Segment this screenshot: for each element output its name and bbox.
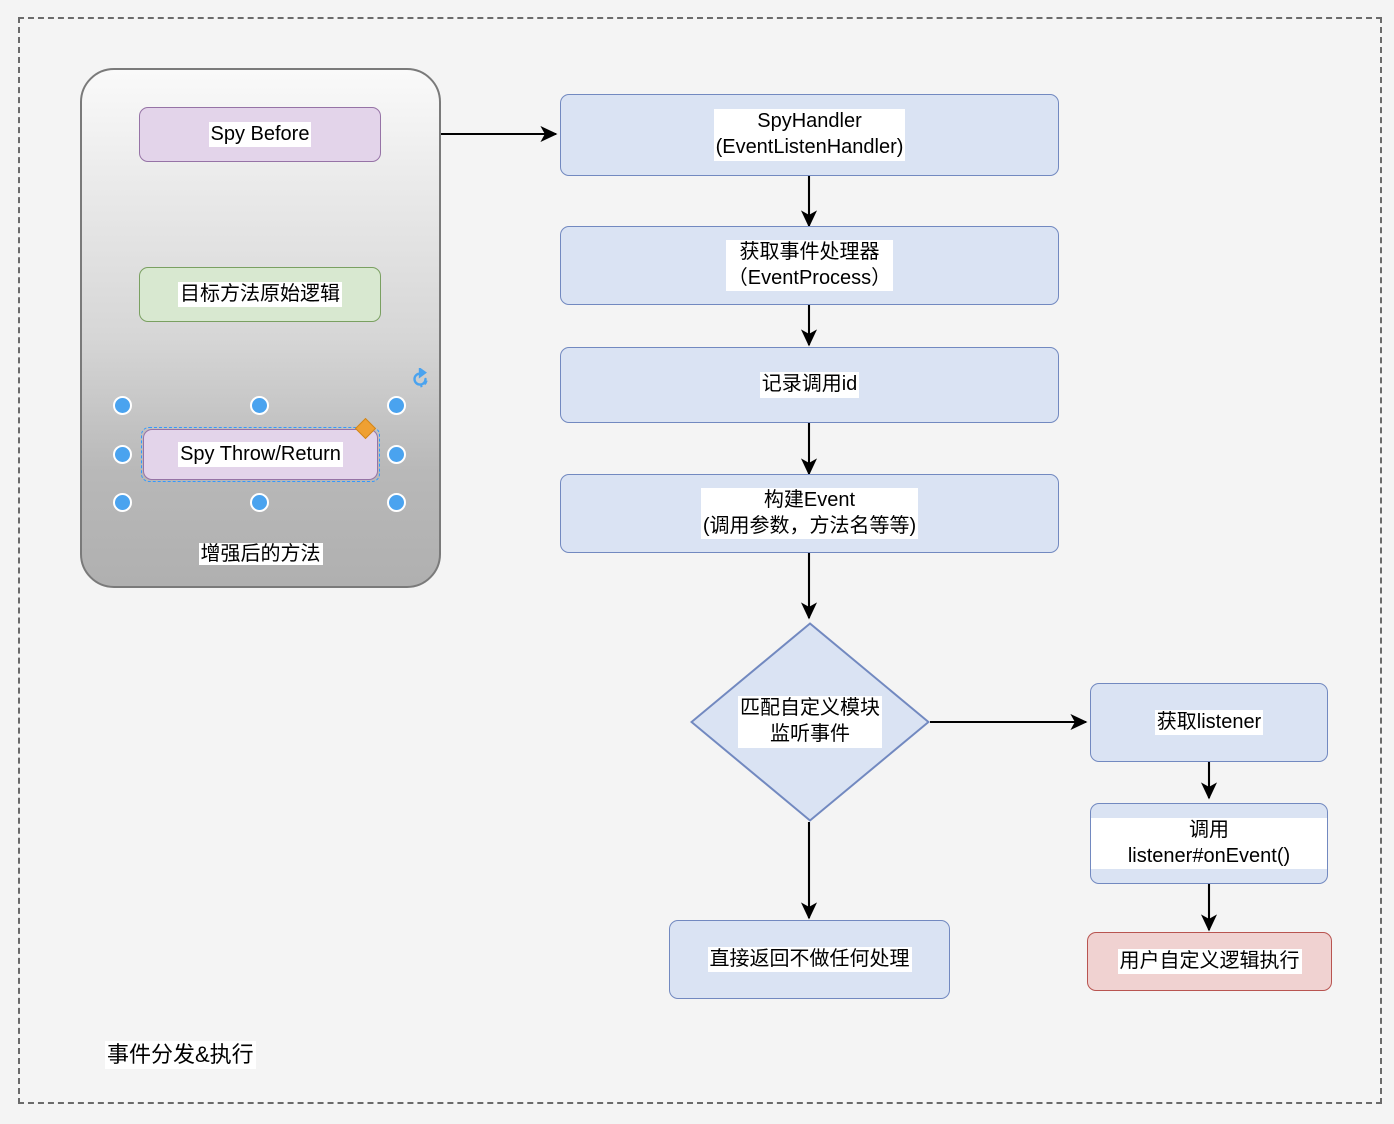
selection-handle-middle-right[interactable] <box>387 445 406 464</box>
footer-label: 事件分发&执行 <box>105 1035 405 1075</box>
node-event-process[interactable]: 获取事件处理器 （EventProcess） <box>560 226 1059 305</box>
node-spy-before[interactable]: Spy Before <box>139 107 381 162</box>
node-return-directly[interactable]: 直接返回不做任何处理 <box>669 920 950 999</box>
node-spy-throw-return[interactable]: Spy Throw/Return <box>143 429 378 480</box>
selection-handle-top-left[interactable] <box>113 396 132 415</box>
rotate-icon[interactable] <box>409 366 431 390</box>
node-spy-handler[interactable]: SpyHandler (EventListenHandler) <box>560 94 1059 176</box>
node-record-call-id[interactable]: 记录调用id <box>560 347 1059 423</box>
node-build-event[interactable]: 构建Event (调用参数，方法名等等) <box>560 474 1059 553</box>
decision-label: 匹配自定义模块 监听事件 <box>690 622 930 822</box>
enhanced-method-label: 增强后的方法 <box>198 543 323 565</box>
selection-handle-top-center[interactable] <box>250 396 269 415</box>
diagram-canvas: 增强后的方法 Spy Before 目标方法原始逻辑 Spy Throw/Ret… <box>0 0 1394 1124</box>
node-get-listener[interactable]: 获取listener <box>1090 683 1328 762</box>
selection-handle-middle-left[interactable] <box>113 445 132 464</box>
selection-handle-top-right[interactable] <box>387 396 406 415</box>
node-match-custom-module-decision[interactable]: 匹配自定义模块 监听事件 <box>690 622 930 822</box>
node-user-custom-logic[interactable]: 用户自定义逻辑执行 <box>1087 932 1332 991</box>
node-original-logic[interactable]: 目标方法原始逻辑 <box>139 267 381 322</box>
selection-handle-bottom-left[interactable] <box>113 493 132 512</box>
selection-handle-bottom-right[interactable] <box>387 493 406 512</box>
selection-handle-bottom-center[interactable] <box>250 493 269 512</box>
node-call-on-event[interactable]: 调用 listener#onEvent() <box>1090 803 1328 884</box>
